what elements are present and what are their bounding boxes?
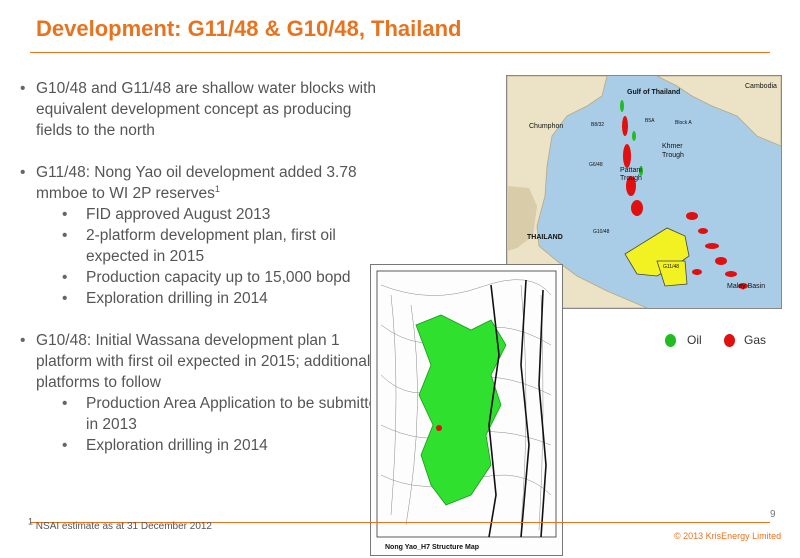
nong-yao-structure-map: Nong Yao_H7 Structure Map	[370, 264, 563, 556]
map-label-b5a: B5A	[645, 118, 655, 124]
sub-bullet: Exploration drilling in 2014	[18, 288, 388, 309]
map-label-thailand: THAILAND	[527, 234, 563, 241]
bullet-list: G10/48 and G11/48 are shallow water bloc…	[18, 78, 388, 456]
map-label-g6-48: G6/48	[589, 162, 603, 168]
well-location-marker	[436, 425, 442, 431]
footnote: 1 NSAI estimate as at 31 December 2012	[28, 517, 212, 532]
sub-bullet: Production Area Application to be submit…	[18, 393, 388, 435]
map-label-malay-basin: Malay Basin	[727, 283, 765, 290]
bullet-g11-48: G11/48: Nong Yao oil development added 3…	[18, 162, 388, 204]
bullet-g10-g11-overview: G10/48 and G11/48 are shallow water bloc…	[18, 78, 388, 141]
map-label-khmer-trough: Trough	[662, 152, 684, 159]
footnote-text: NSAI estimate as at 31 December 2012	[35, 521, 212, 532]
map-label-cambodia: Cambodia	[745, 83, 777, 90]
gas-legend-label: Gas	[744, 333, 767, 347]
structure-map-caption: Nong Yao_H7 Structure Map	[385, 544, 479, 551]
map-label-g11-48: G11/48	[663, 264, 679, 270]
map-label-b8-32: B8/32	[591, 122, 604, 128]
footnote-ref: 1	[214, 183, 220, 194]
copyright-notice: © 2013 KrisEnergy Limited	[674, 531, 782, 541]
sub-bullet: Exploration drilling in 2014	[18, 435, 388, 456]
page-number: 9	[770, 509, 776, 520]
title-divider	[30, 52, 770, 53]
sub-bullet: Production capacity up to 15,000 bopd	[18, 267, 388, 288]
map-label-pattani-trough: Trough	[620, 175, 642, 182]
slide-title: Development: G11/48 & G10/48, Thailand	[36, 16, 462, 41]
structure-map-graphic: Nong Yao_H7 Structure Map	[371, 265, 562, 555]
map-label-block-a: Block A	[675, 120, 692, 126]
sub-bullet: FID approved August 2013	[18, 204, 388, 225]
map-label-gulf: Gulf of Thailand	[627, 89, 680, 96]
bullet-g11-48-text: G11/48: Nong Yao oil development added 3…	[36, 164, 357, 202]
map-label-chumphon: Chumphon	[529, 123, 563, 130]
footnote-marker: 1	[28, 516, 34, 527]
map-label-pattani: Pattani	[620, 167, 642, 174]
bullet-g10-48: G10/48: Initial Wassana development plan…	[18, 330, 388, 393]
map-label-khmer: Khmer	[662, 143, 683, 150]
map-label-g10-48: G10/48	[593, 229, 610, 235]
gas-legend-swatch	[724, 334, 735, 347]
oil-legend-label: Oil	[687, 333, 702, 347]
oil-legend-swatch	[665, 334, 676, 347]
sub-bullet: 2-platform development plan, first oil e…	[18, 225, 388, 267]
title-bar: Development: G11/48 & G10/48, Thailand	[0, 0, 800, 56]
